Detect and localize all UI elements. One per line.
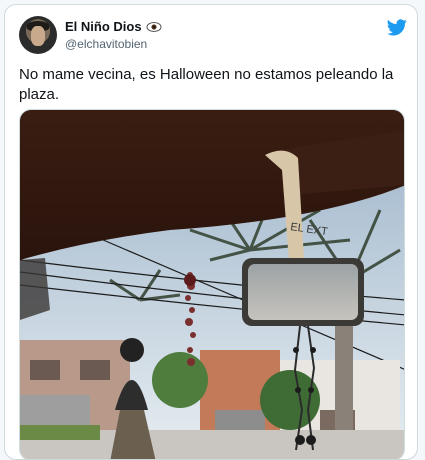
user-handle[interactable]: @elchavitobien — [65, 37, 147, 51]
tweet-text: No mame vecina, es Halloween no estamos … — [19, 66, 394, 103]
avatar[interactable] — [19, 16, 57, 54]
display-name[interactable]: El Niño Dios — [65, 19, 142, 34]
author-name-row[interactable]: El Niño Dios — [65, 19, 162, 34]
eye-icon — [146, 21, 162, 32]
tweet-card: El Niño Dios @elchavitobien No mame veci… — [4, 4, 418, 460]
twitter-bird-icon[interactable] — [387, 19, 407, 36]
tweet-media-image[interactable]: EL EXT — [19, 109, 405, 459]
